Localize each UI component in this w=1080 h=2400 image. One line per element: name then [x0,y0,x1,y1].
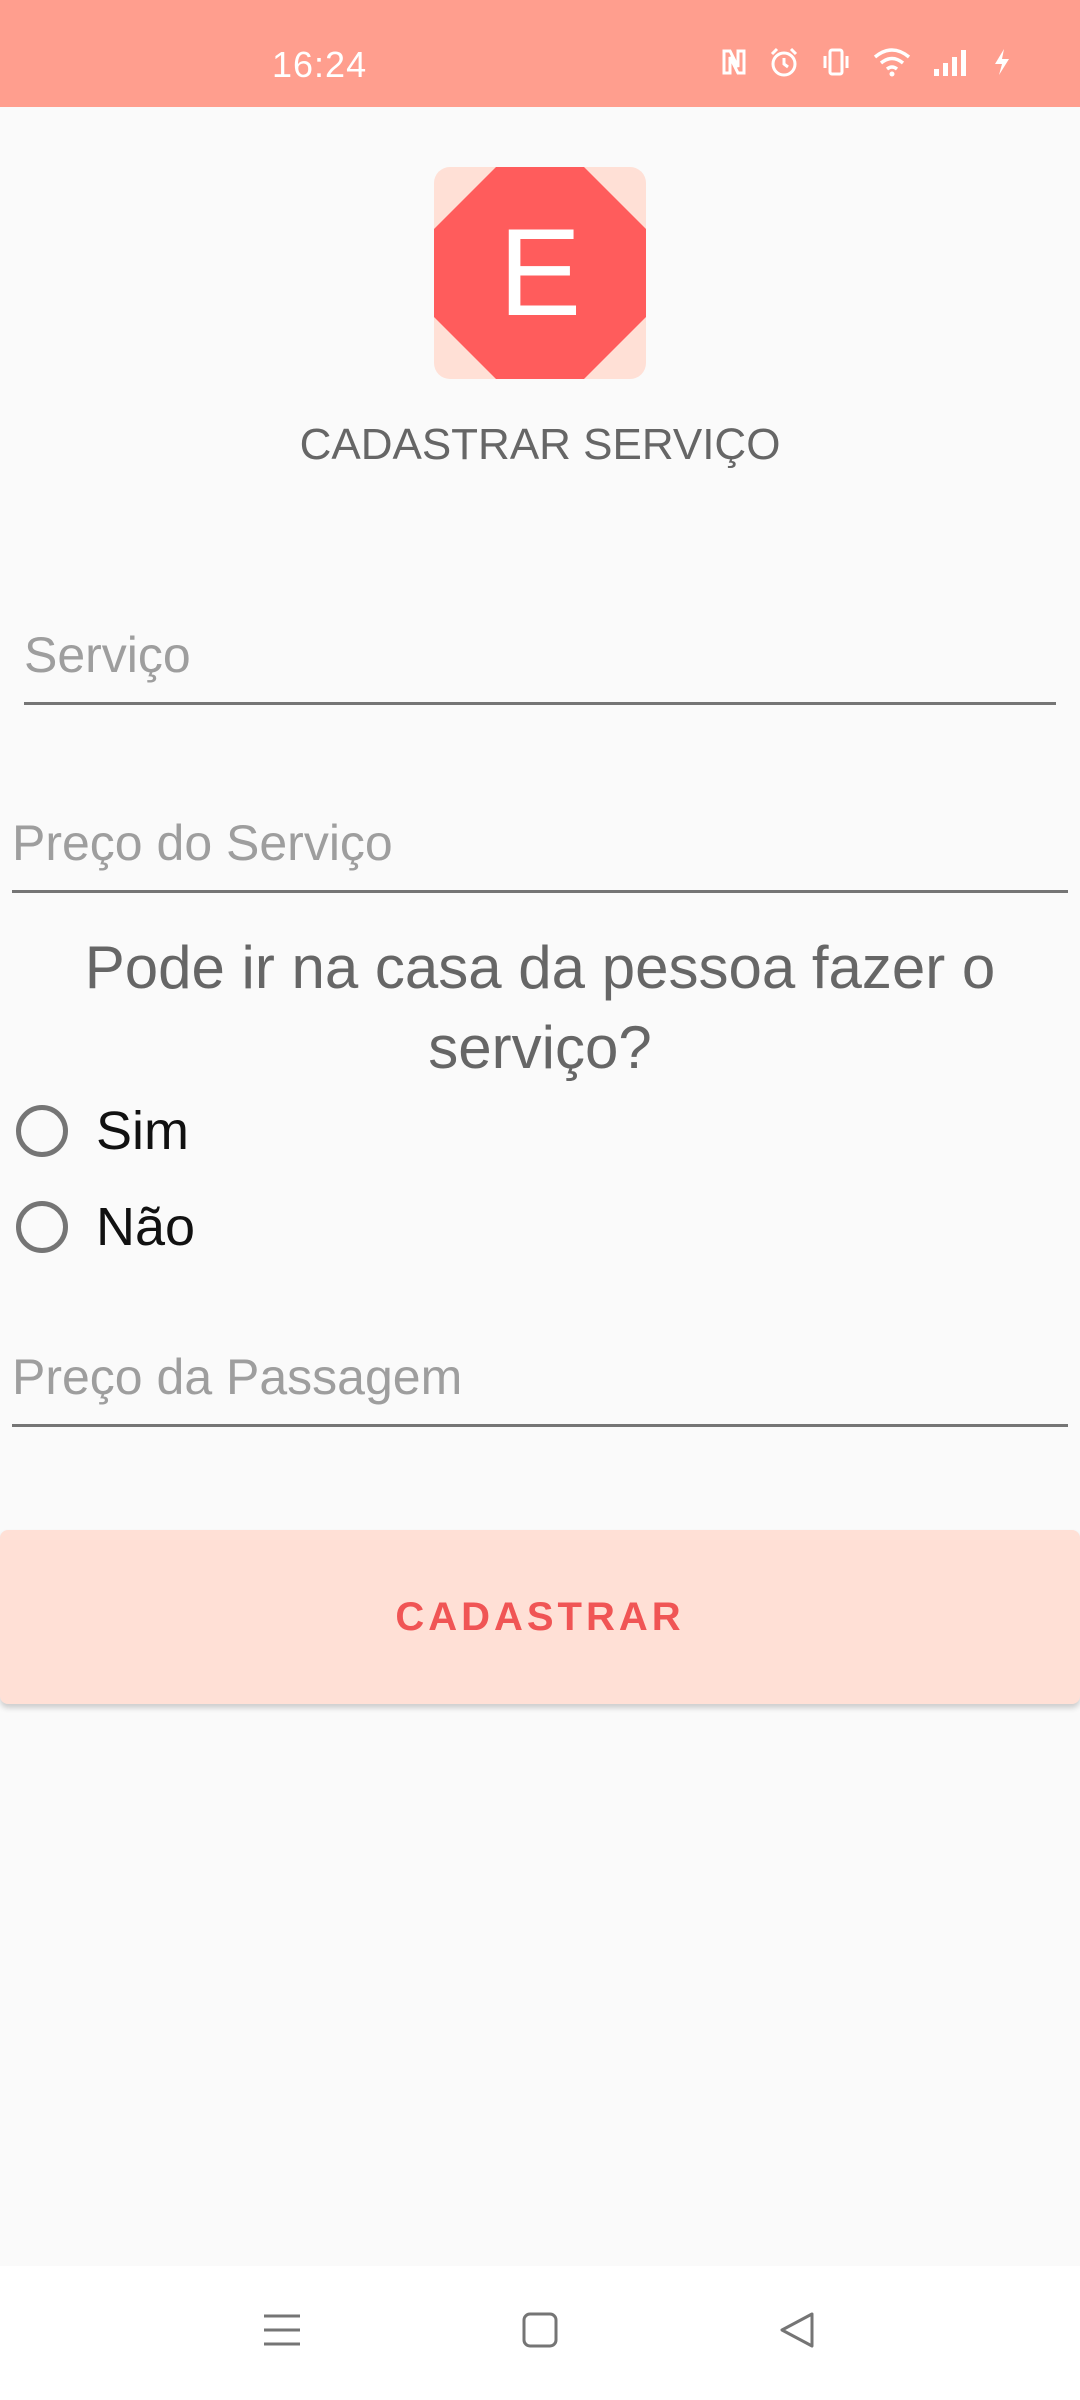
wifi-icon [872,47,912,77]
status-icons [720,46,1012,78]
status-time: 16:24 [272,44,368,85]
status-bar: 16:24 [0,0,1080,107]
home-visit-question: Pode ir na casa da pessoa fazer o serviç… [84,934,996,1081]
charging-icon [992,47,1012,77]
nfc-icon [720,47,748,77]
app-logo: E [434,167,646,379]
home-icon[interactable] [516,2306,564,2354]
service-price-input[interactable] [12,808,1068,878]
radio-button-nao[interactable] [16,1201,68,1253]
fare-price-input[interactable] [12,1342,1068,1412]
logo-letter: E [498,204,582,342]
signal-icon [932,47,972,77]
radio-option-sim[interactable]: Sim [16,1100,189,1162]
radio-button-sim[interactable] [16,1105,68,1157]
vibrate-icon [820,46,852,78]
back-icon[interactable] [774,2306,822,2354]
menu-icon[interactable] [258,2306,306,2354]
submit-button[interactable]: CADASTRAR [0,1530,1080,1704]
radio-option-nao[interactable]: Não [16,1196,195,1258]
radio-label-nao: Não [96,1197,196,1257]
alarm-icon [768,46,800,78]
navigation-bar [0,2266,1080,2400]
service-input[interactable] [24,620,1056,690]
page-title: CADASTRAR SERVIÇO [299,420,781,469]
service-price-field[interactable] [12,808,1068,893]
service-field[interactable] [24,620,1056,705]
fare-price-field[interactable] [12,1342,1068,1427]
radio-label-sim: Sim [96,1101,189,1161]
